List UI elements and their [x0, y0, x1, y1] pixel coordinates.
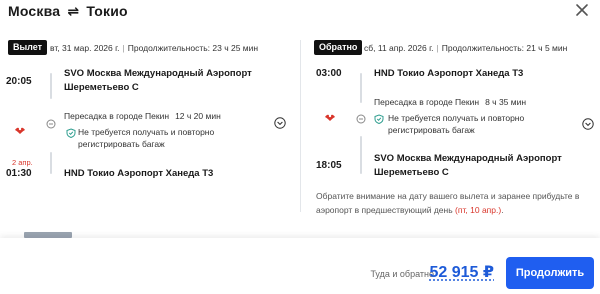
outbound-meta: вт, 31 мар. 2026 г. | Продолжительность: 2…: [50, 43, 259, 53]
return-dep-time: 03:00: [316, 68, 342, 79]
swap-arrows-icon: ⇌: [67, 3, 80, 19]
outbound-transfer-duration: 12 ч 20 мин: [175, 111, 221, 121]
return-duration: Продолжительность: 21 ч 5 мин: [441, 43, 568, 53]
return-panel: Обратно сб, 11 апр. 2026 г. | Продолжитель…: [312, 40, 600, 230]
shield-icon: [66, 128, 76, 138]
return-bag-line1: Не требуется получать и повторно: [388, 113, 525, 123]
outbound-dep-time: 20:05: [6, 76, 32, 87]
total-price[interactable]: 52 915 ₽: [429, 262, 494, 282]
notice-line1: Обратите внимание на дату вашего вылета …: [316, 191, 580, 201]
arrival-notice: Обратите внимание на дату вашего вылета …: [316, 189, 598, 217]
return-bag-line2: регистрировать багаж: [388, 125, 475, 135]
outbound-dep-place-2: Шереметьево C: [64, 82, 139, 93]
outbound-bag-line1: Не требуется получать и повторно: [78, 127, 215, 137]
outbound-duration: Продолжительность: 23 ч 25 мин: [127, 43, 259, 53]
notice-end: .: [501, 205, 504, 215]
return-leg1-line: [360, 73, 362, 103]
close-icon[interactable]: [572, 0, 592, 20]
return-date: сб, 11 апр. 2026 г.: [364, 43, 434, 53]
dialog-header: Москва ⇌ Токио: [0, 0, 600, 26]
return-transfer-duration: 8 ч 35 мин: [485, 97, 527, 107]
return-leg2-line: [360, 136, 362, 174]
chevron-down-icon[interactable]: [582, 118, 594, 130]
airline-logo-icon: [325, 114, 335, 121]
title-to: Токио: [86, 3, 128, 19]
return-dep-place: HND Токио Аэропорт Ханеда T3: [374, 68, 524, 79]
outbound-dep-place-1: SVO Москва Международный Аэропорт: [64, 68, 252, 79]
return-arr-place-2: Шереметьево C: [374, 167, 449, 178]
outbound-badge: Вылет: [8, 40, 48, 55]
outbound-transfer-city: Пересадка в городе Пекин: [64, 111, 170, 121]
outbound-transfer: Пересадка в городе Пекин 12 ч 20 мин: [64, 111, 221, 121]
outbound-next-day: 2 апр.: [12, 158, 33, 167]
outbound-leg2-line: [50, 152, 52, 174]
page-title: Москва ⇌ Токио: [8, 3, 128, 20]
panels-divider: [300, 40, 301, 212]
notice-line2: аэропорт в предшествующий день: [316, 205, 453, 215]
outbound-arr-place: HND Токио Аэропорт Ханеда T3: [64, 168, 214, 179]
chevron-down-icon[interactable]: [274, 117, 286, 129]
outbound-date: вт, 31 мар. 2026 г.: [50, 43, 120, 53]
title-from: Москва: [8, 3, 61, 19]
continue-button[interactable]: Продолжить: [506, 257, 594, 289]
return-badge: Обратно: [314, 40, 363, 55]
return-arr-time: 18:05: [316, 160, 342, 171]
outbound-bag-line2: регистрировать багаж: [78, 139, 165, 149]
clock-icon: [46, 119, 56, 129]
clock-icon: [356, 114, 366, 124]
shield-icon: [374, 114, 384, 124]
outbound-panel: Вылет вт, 31 мар. 2026 г. | Продолжительно…: [6, 40, 294, 230]
return-meta: сб, 11 апр. 2026 г. | Продолжительность: 2…: [364, 43, 568, 53]
booking-footer: Туда и обратно 52 915 ₽ Продолжить: [0, 238, 600, 294]
return-transfer-city: Пересадка в городе Пекин: [374, 97, 480, 107]
price-label: Туда и обратно: [370, 269, 434, 279]
return-arr-place-1: SVO Москва Международный Аэропорт: [374, 153, 562, 164]
airline-logo-icon: [15, 127, 25, 134]
outbound-arr-time: 01:30: [6, 168, 32, 179]
return-bag-note: Не требуется получать и повторно регистр…: [388, 112, 524, 136]
notice-date-highlight: (пт, 10 апр.): [455, 205, 502, 215]
outbound-bag-note: Не требуется получать и повторно регистр…: [78, 126, 214, 150]
return-transfer: Пересадка в городе Пекин 8 ч 35 мин: [374, 97, 526, 107]
outbound-leg1-line: [50, 73, 52, 99]
